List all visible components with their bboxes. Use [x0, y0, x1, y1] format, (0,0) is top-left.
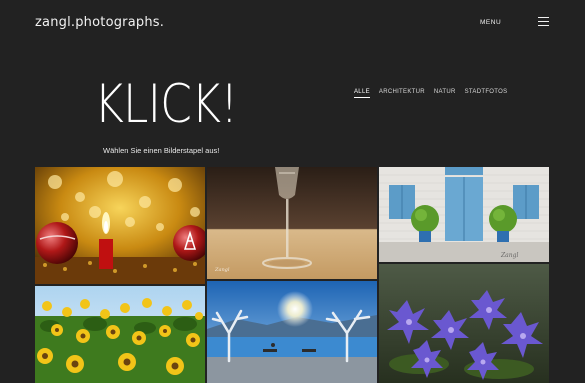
house-photo: Zangl	[379, 167, 549, 262]
menu-label[interactable]: MENU	[480, 19, 501, 26]
gallery-tile-sunflowers[interactable]	[35, 286, 205, 383]
hamburger-line	[538, 17, 549, 19]
lakeside-photo	[207, 281, 377, 383]
gallery-tile-lakeside[interactable]	[207, 281, 377, 383]
photo-signature: Zangl	[214, 267, 230, 273]
champagne-photo: Zangl	[207, 167, 377, 279]
flowers-photo	[379, 264, 549, 383]
hamburger-line	[538, 21, 549, 23]
photo-signature: Zangl	[500, 252, 518, 259]
gallery-filter-nav: ALLE ARCHITEKTUR NATUR STADTFOTOS	[354, 89, 507, 98]
sunflowers-photo	[35, 286, 205, 383]
site-logo[interactable]: zangl.photographs.	[35, 15, 164, 30]
gallery-tile-christmas[interactable]	[35, 167, 205, 284]
filter-natur[interactable]: NATUR	[434, 89, 456, 98]
gallery-tile-champagne[interactable]: Zangl	[207, 167, 377, 279]
gallery-tile-flowers[interactable]	[379, 264, 549, 383]
hamburger-menu-icon[interactable]	[538, 17, 549, 27]
page-subtitle: Wählen Sie einen Bilderstapel aus!	[103, 146, 220, 155]
hamburger-line	[538, 25, 549, 27]
filter-alle[interactable]: ALLE	[354, 89, 370, 98]
filter-stadtfotos[interactable]: STADTFOTOS	[465, 89, 508, 98]
filter-architektur[interactable]: ARCHITEKTUR	[379, 89, 425, 98]
page-title: KLICK!	[94, 74, 238, 135]
christmas-photo	[35, 167, 205, 284]
gallery-tile-house[interactable]: Zangl	[379, 167, 549, 262]
